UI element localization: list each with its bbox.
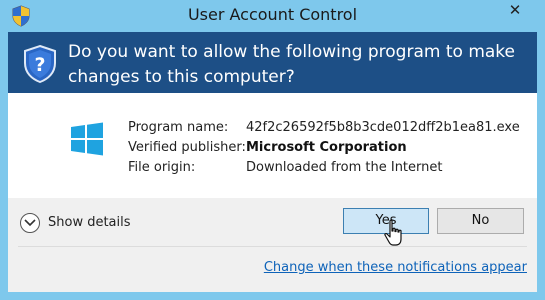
file-origin-value: Downloaded from the Internet (246, 160, 443, 175)
mouse-cursor-icon (384, 219, 402, 246)
close-button[interactable]: ✕ (493, 0, 537, 20)
verified-publisher-value: Microsoft Corporation (246, 140, 407, 155)
close-icon: ✕ (508, 1, 522, 19)
file-origin-label: File origin: (128, 160, 196, 175)
no-button[interactable]: No (437, 208, 524, 234)
program-name-label: Program name: (128, 120, 229, 135)
window-title: User Account Control (187, 5, 358, 24)
change-notifications-link[interactable]: Change when these notifications appear (264, 260, 527, 275)
program-name-value: 42f2c26592f5b8b3cde012dff2b1ea81.exe (246, 120, 520, 135)
prompt-question: Do you want to allow the following progr… (68, 42, 515, 87)
program-details-panel: Program name: 42f2c26592f5b8b3cde012dff2… (8, 93, 537, 198)
footer-divider (18, 246, 527, 247)
windows-logo-icon (71, 122, 103, 156)
uac-shield-icon: ? (24, 44, 56, 84)
verified-publisher-label: Verified publisher: (128, 140, 246, 155)
svg-text:?: ? (34, 54, 45, 76)
dialog-footer: Show details Yes No Change when these no… (8, 198, 537, 292)
show-details-label: Show details (48, 215, 131, 230)
prompt-header: ? Do you want to allow the following pro… (8, 32, 537, 93)
chevron-down-icon (20, 213, 40, 233)
title-bar: User Account Control ✕ (0, 0, 545, 32)
